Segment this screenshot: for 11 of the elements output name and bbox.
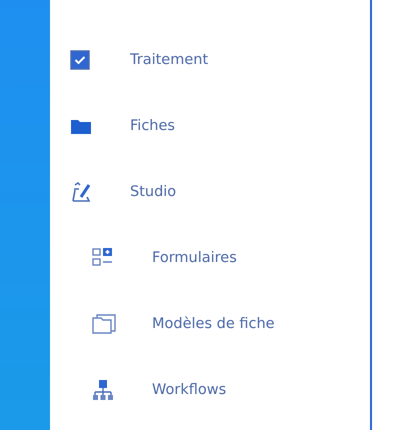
submenu-item[interactable]: Workflows bbox=[152, 382, 226, 398]
submenu-item[interactable]: Formulaires bbox=[152, 250, 237, 266]
menu-item[interactable]: Studio bbox=[130, 184, 176, 200]
menu-item[interactable]: Fiches bbox=[130, 118, 175, 134]
submenu-item[interactable]: Modèles de fiche bbox=[152, 316, 275, 332]
folder-icon bbox=[70, 117, 92, 135]
pencil-frame-icon bbox=[70, 181, 92, 203]
workflow-icon bbox=[92, 379, 114, 401]
checkbox-icon bbox=[70, 50, 90, 70]
menu-item[interactable]: Traitement bbox=[130, 52, 208, 68]
folder-icon bbox=[92, 314, 116, 334]
